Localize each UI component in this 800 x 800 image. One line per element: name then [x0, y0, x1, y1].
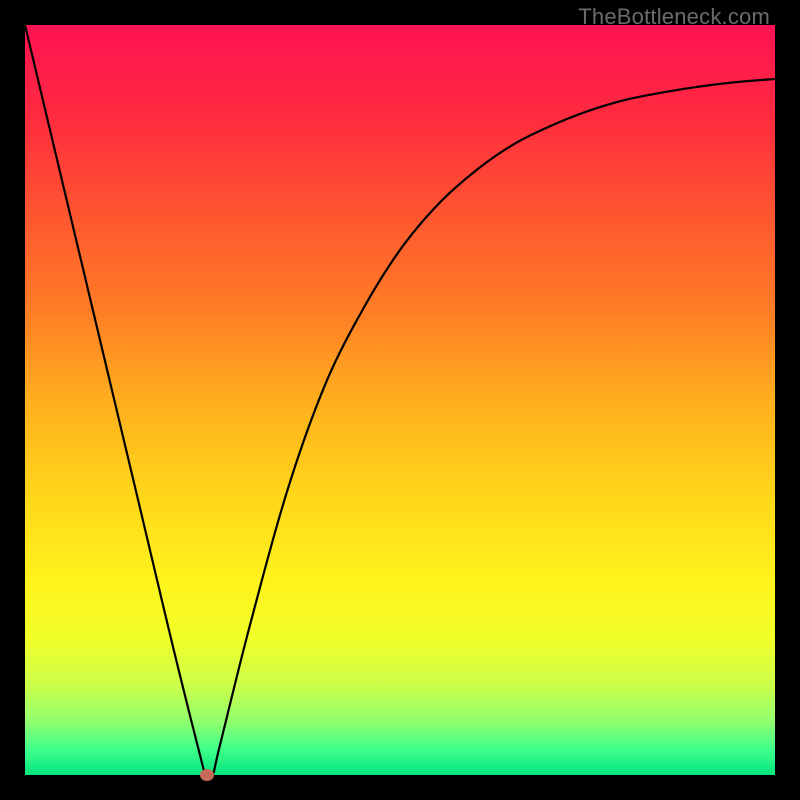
curve-layer: [25, 25, 775, 775]
minimum-marker-dot: [200, 769, 214, 781]
bottleneck-curve: [25, 25, 775, 775]
chart-frame: [25, 25, 775, 775]
watermark-text: TheBottleneck.com: [578, 4, 770, 30]
